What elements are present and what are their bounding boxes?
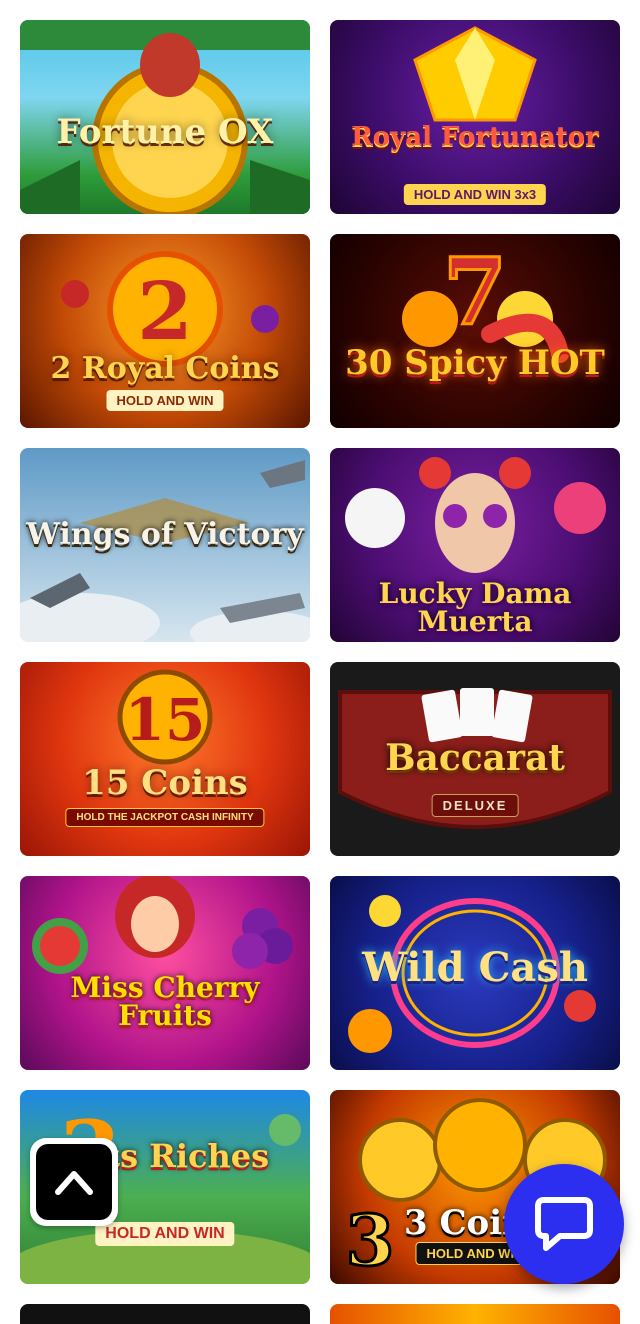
- game-subtitle: HOLD AND WIN: [95, 1222, 235, 1246]
- chat-bubble-icon: [535, 1197, 593, 1251]
- game-tile-partial-right[interactable]: [330, 1304, 620, 1324]
- game-subtitle: HOLD AND WIN: [106, 390, 224, 411]
- game-tile-wild-cash[interactable]: Wild Cash: [330, 876, 620, 1070]
- scroll-to-top-button[interactable]: [30, 1138, 118, 1226]
- game-tile-baccarat-deluxe[interactable]: Baccarat DELUXE: [330, 662, 620, 856]
- game-title: Baccarat: [385, 737, 565, 779]
- game-title: 2 Royal Coins: [50, 351, 280, 386]
- chevron-up-icon: [55, 1171, 93, 1195]
- game-tile-lucky-dama-muerta[interactable]: Lucky Dama Muerta: [330, 448, 620, 642]
- game-tile-wings-of-victory[interactable]: Wings of Victory: [20, 448, 310, 642]
- game-tile-spicy-hot-30[interactable]: 7 30 Spicy HOT: [330, 234, 620, 428]
- game-title: Lucky Dama Muerta: [378, 577, 572, 638]
- game-title: Wings of Victory: [26, 517, 304, 552]
- game-title: 30 Spicy HOT: [345, 343, 605, 383]
- game-title: Royal Fortunator: [351, 122, 599, 152]
- game-subtitle: HOLD AND WIN 3x3: [403, 184, 547, 205]
- game-tile-royal-coins-2[interactable]: 2 2 Royal Coins HOLD AND WIN: [20, 234, 310, 428]
- live-chat-button[interactable]: [504, 1164, 624, 1284]
- game-tile-miss-cherry-fruits[interactable]: Miss Cherry Fruits: [20, 876, 310, 1070]
- scroll-to-top-inner: [36, 1144, 112, 1220]
- game-tile-partial-left[interactable]: [20, 1304, 310, 1324]
- game-tile-royal-fortunator[interactable]: Royal Fortunator HOLD AND WIN 3x3: [330, 20, 620, 214]
- game-subtitle: HOLD THE JACKPOT CASH INFINITY: [65, 808, 265, 827]
- game-title: Miss Cherry Fruits: [70, 971, 260, 1032]
- game-title: Wild Cash: [362, 944, 588, 991]
- svg-text:2: 2: [137, 264, 193, 358]
- game-title: 15 Coins: [82, 763, 248, 803]
- game-grid: Fortune OX Royal Fortunator HOLD AND WIN…: [20, 20, 620, 1324]
- game-art: 7: [402, 237, 569, 363]
- game-tile-fortune-ox[interactable]: Fortune OX: [20, 20, 310, 214]
- game-title: Fortune OX: [56, 112, 274, 152]
- svg-text:15: 15: [125, 686, 206, 754]
- game-tile-15-coins[interactable]: 15 15 Coins HOLD THE JACKPOT CASH INFINI…: [20, 662, 310, 856]
- game-subtitle: DELUXE: [431, 794, 519, 817]
